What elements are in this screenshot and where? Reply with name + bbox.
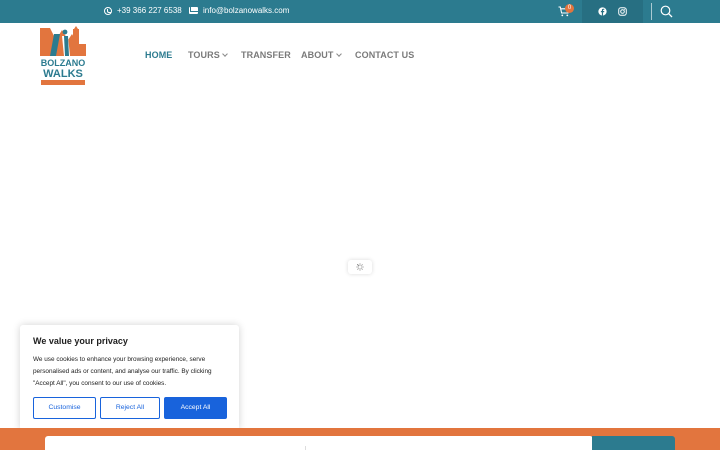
reject-all-button[interactable]: Reject All: [100, 397, 160, 419]
booking-search-card[interactable]: [45, 436, 593, 450]
whatsapp-icon: [104, 6, 112, 15]
search-icon[interactable]: [660, 5, 673, 20]
site-logo[interactable]: BOLZANO WALKS: [38, 26, 88, 86]
topbar-divider: [651, 3, 652, 20]
email-address: info@bolzanowalks.com: [203, 6, 290, 15]
phone-link[interactable]: +39 366 227 6538: [104, 6, 182, 15]
logo-line2: WALKS: [43, 68, 83, 80]
booking-search-button[interactable]: [592, 436, 675, 450]
social-links: [582, 0, 643, 23]
chevron-down-icon: [335, 51, 342, 57]
nav-tours-label: TOURS: [188, 50, 220, 60]
chevron-down-icon: [222, 51, 228, 57]
search-card-divider: [305, 446, 306, 450]
loading-spinner: [348, 260, 372, 274]
nav-contact-us[interactable]: CONTACT US: [355, 50, 414, 60]
nav-tours[interactable]: TOURS: [188, 50, 228, 60]
phone-number: +39 366 227 6538: [117, 6, 182, 15]
nav-transfer[interactable]: TRANSFER: [241, 50, 291, 60]
cookie-title: We value your privacy: [33, 336, 128, 346]
mail-icon: [189, 7, 198, 14]
page: +39 366 227 6538 info@bolzanowalks.com 0: [0, 0, 720, 450]
nav-about-label: ABOUT: [301, 50, 334, 60]
logo-line1: BOLZANO: [41, 58, 86, 68]
accept-all-button[interactable]: Accept All: [164, 397, 227, 419]
top-bar: +39 366 227 6538 info@bolzanowalks.com 0: [0, 0, 720, 23]
instagram-icon[interactable]: [618, 7, 627, 16]
customise-button[interactable]: Customise: [33, 397, 96, 419]
cart-count-badge: 0: [565, 4, 574, 13]
nav-about[interactable]: ABOUT: [301, 50, 342, 60]
cookie-consent-banner: We value your privacy We use cookies to …: [20, 325, 239, 430]
cookie-description: We use cookies to enhance your browsing …: [33, 356, 212, 387]
facebook-icon[interactable]: [598, 7, 607, 16]
nav-home[interactable]: HOME: [145, 50, 172, 60]
email-link[interactable]: info@bolzanowalks.com: [189, 6, 289, 15]
